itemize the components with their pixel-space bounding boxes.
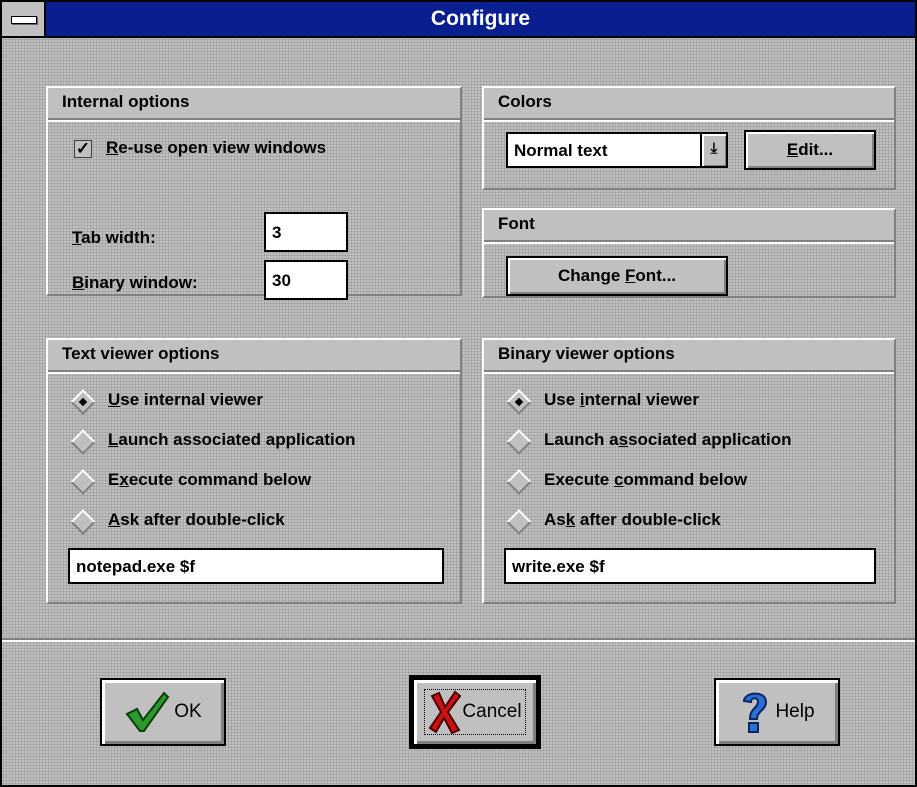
binary-window-label: Binary window: <box>72 273 198 292</box>
binary-launch-app-label[interactable]: Launch associated application <box>544 430 792 450</box>
button-area-separator <box>2 638 915 642</box>
configure-dialog: Configure Internal options ✓ Re-use open… <box>0 0 917 787</box>
text-viewer-heading: Text viewer options <box>62 344 220 363</box>
text-ask-double-click-label[interactable]: Ask after double-click <box>108 510 285 530</box>
edit-color-button[interactable]: Edit... <box>744 130 876 170</box>
system-menu-icon <box>11 16 37 24</box>
binary-use-internal-label[interactable]: Use internal viewer <box>544 390 699 410</box>
window-title: Configure <box>430 7 531 30</box>
colors-group: Colors Normal text ⤓ Edit... <box>482 86 896 190</box>
dropdown-arrow-icon[interactable]: ⤓ <box>700 134 726 166</box>
colors-dropdown[interactable]: Normal text ⤓ <box>506 132 728 168</box>
ok-label: OK <box>174 701 202 722</box>
cancel-button[interactable]: Cancel <box>409 675 541 749</box>
checkmark-icon <box>125 691 170 732</box>
question-mark-icon <box>743 692 768 733</box>
help-button[interactable]: Help <box>714 678 840 746</box>
internal-options-heading: Internal options <box>62 92 190 111</box>
text-viewer-options-group: Text viewer options Use internal viewer … <box>46 338 462 604</box>
reuse-windows-checkbox[interactable]: ✓ <box>74 140 92 158</box>
text-ask-double-click-radio[interactable] <box>70 509 96 535</box>
text-use-internal-radio[interactable] <box>70 389 96 415</box>
binary-ask-double-click-label[interactable]: Ask after double-click <box>544 510 721 530</box>
binary-viewer-heading: Binary viewer options <box>498 344 675 363</box>
tab-width-input[interactable]: 3 <box>264 212 348 252</box>
colors-header: Colors <box>484 88 894 120</box>
text-viewer-header: Text viewer options <box>48 340 460 372</box>
binary-execute-command-label[interactable]: Execute command below <box>544 470 747 490</box>
help-label: Help <box>775 701 815 722</box>
dialog-client: Internal options ✓ Re-use open view wind… <box>2 38 915 785</box>
binary-use-internal-radio[interactable] <box>506 389 532 415</box>
x-mark-icon <box>429 690 462 734</box>
binary-viewer-header: Binary viewer options <box>484 340 894 372</box>
internal-options-group: Internal options ✓ Re-use open view wind… <box>46 86 462 300</box>
colors-heading: Colors <box>498 92 552 111</box>
binary-ask-double-click-radio[interactable] <box>506 509 532 535</box>
binary-launch-app-radio[interactable] <box>506 429 532 455</box>
focus-rect: Cancel <box>424 689 526 735</box>
text-use-internal-label[interactable]: Use internal viewer <box>108 390 263 410</box>
text-launch-app-label[interactable]: Launch associated application <box>108 430 356 450</box>
change-font-button[interactable]: Change Font... <box>506 256 728 296</box>
checkmark-icon: ✓ <box>75 139 91 158</box>
reuse-windows-label[interactable]: Re-use open view windows <box>106 138 326 158</box>
text-launch-app-radio[interactable] <box>70 429 96 455</box>
font-group: Font Change Font... <box>482 208 896 298</box>
binary-execute-command-radio[interactable] <box>506 469 532 495</box>
colors-dropdown-value: Normal text <box>514 141 608 160</box>
cancel-label: Cancel <box>462 701 522 722</box>
internal-options-header: Internal options <box>48 88 460 120</box>
binary-window-input[interactable]: 30 <box>264 260 348 300</box>
font-header: Font <box>484 210 894 242</box>
system-menu-button[interactable] <box>2 2 46 36</box>
text-command-input[interactable]: notepad.exe $f <box>68 548 444 584</box>
text-execute-command-label[interactable]: Execute command below <box>108 470 311 490</box>
binary-command-input[interactable]: write.exe $f <box>504 548 876 584</box>
binary-viewer-options-group: Binary viewer options Use internal viewe… <box>482 338 896 604</box>
tab-width-label: Tab width: <box>72 228 156 247</box>
ok-button[interactable]: OK <box>100 678 226 746</box>
title-bar[interactable]: Configure <box>2 2 915 38</box>
text-execute-command-radio[interactable] <box>70 469 96 495</box>
font-heading: Font <box>498 214 535 233</box>
